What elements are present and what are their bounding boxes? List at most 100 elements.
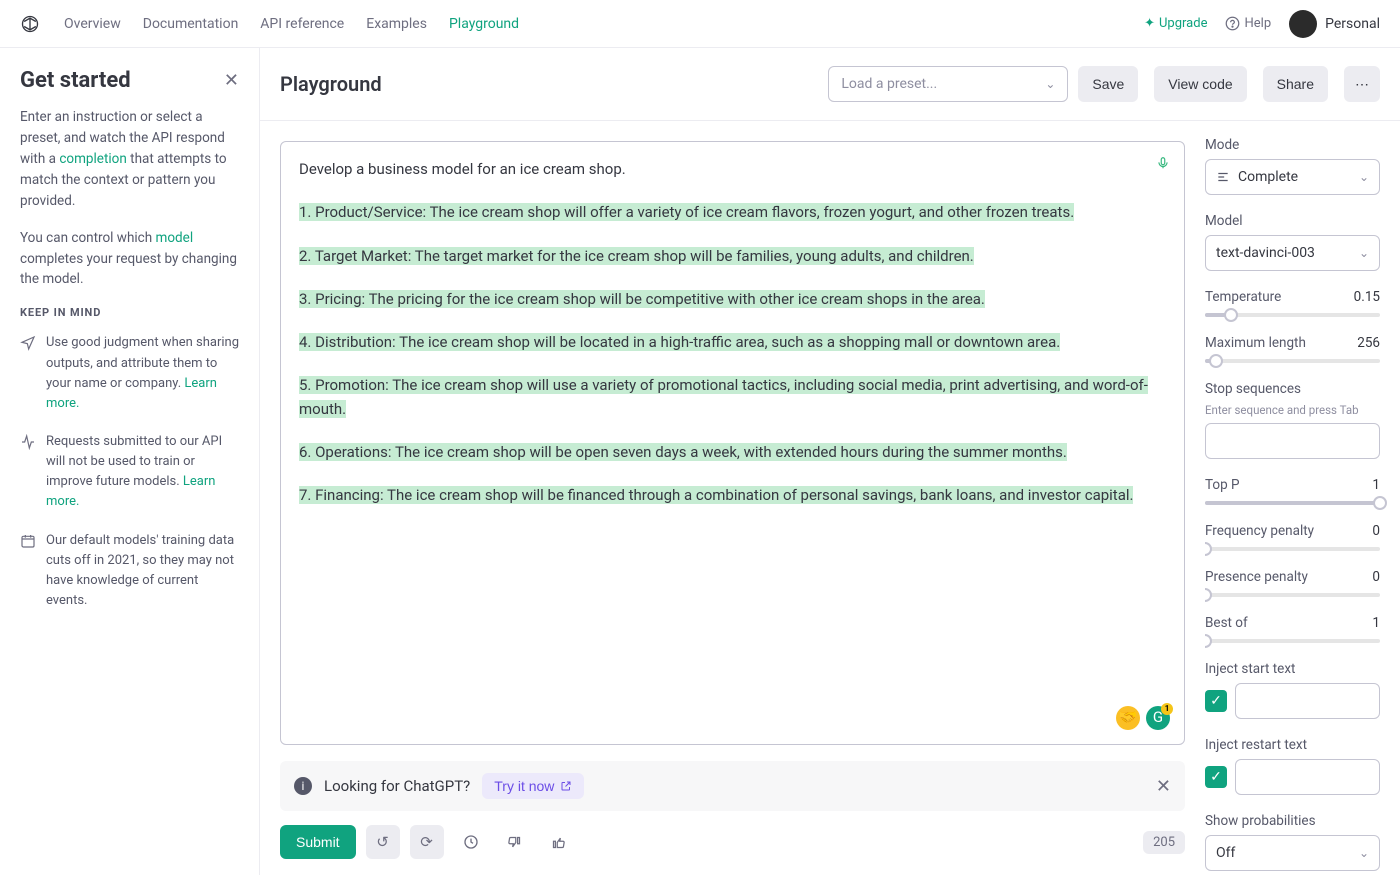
slider-thumb[interactable] (1205, 542, 1212, 556)
slider-thumb[interactable] (1205, 588, 1212, 602)
prompt-editor[interactable]: Develop a business model for an ice crea… (280, 141, 1185, 745)
bestof-slider[interactable] (1205, 639, 1380, 643)
bestof-value: 1 (1372, 615, 1380, 631)
topp-slider[interactable] (1205, 501, 1380, 505)
topp-value: 1 (1372, 477, 1380, 493)
maxlen-label: Maximum length (1205, 335, 1306, 351)
grammarly-icon[interactable]: G1 (1146, 706, 1170, 730)
close-icon[interactable]: ✕ (224, 70, 239, 91)
chevron-down-icon: ⌄ (1359, 246, 1369, 260)
prompt-text: Develop a business model for an ice crea… (299, 158, 1166, 181)
completion-link[interactable]: completion (59, 151, 126, 167)
main-area: Playground Load a preset... ⌄ Save View … (260, 48, 1400, 875)
undo-button[interactable]: ↺ (366, 825, 400, 859)
help-icon (1225, 16, 1240, 31)
tip-item: Use good judgment when sharing outputs, … (20, 333, 239, 414)
nav-overview[interactable]: Overview (64, 16, 121, 32)
inject-restart-label: Inject restart text (1205, 737, 1380, 753)
stop-helper: Enter sequence and press Tab (1205, 403, 1380, 417)
showprob-value: Off (1216, 845, 1235, 861)
maxlen-value: 256 (1357, 335, 1380, 351)
temperature-slider[interactable] (1205, 313, 1380, 317)
maxlen-slider[interactable] (1205, 359, 1380, 363)
thumbs-down-button[interactable] (498, 825, 532, 859)
model-select[interactable]: text-davinci-003 ⌄ (1205, 235, 1380, 271)
completion-line: 7. Financing: The ice cream shop will be… (299, 486, 1133, 504)
chevron-down-icon: ⌄ (1359, 846, 1369, 860)
slider-thumb[interactable] (1209, 354, 1223, 368)
sidebar-title: Get started (20, 68, 239, 93)
dismiss-banner-icon[interactable]: ✕ (1156, 776, 1171, 797)
mode-value: Complete (1238, 169, 1298, 185)
inject-restart-input[interactable] (1235, 759, 1380, 795)
mode-icon (1216, 170, 1230, 184)
slider-thumb[interactable] (1373, 496, 1387, 510)
inject-start-label: Inject start text (1205, 661, 1380, 677)
upgrade-label: Upgrade (1159, 16, 1207, 31)
paper-plane-icon (20, 335, 36, 414)
completion-line: 6. Operations: The ice cream shop will b… (299, 443, 1067, 461)
view-code-button[interactable]: View code (1154, 66, 1246, 102)
save-button[interactable]: Save (1078, 66, 1138, 102)
bolt-icon: ✦ (1144, 16, 1155, 31)
inject-start-checkbox[interactable]: ✓ (1205, 690, 1227, 712)
inject-start-input[interactable] (1235, 683, 1380, 719)
inject-restart-checkbox[interactable]: ✓ (1205, 766, 1227, 788)
temperature-label: Temperature (1205, 289, 1281, 305)
token-count: 205 (1143, 831, 1185, 854)
ellipsis-icon: ⋯ (1355, 76, 1369, 93)
pres-slider[interactable] (1205, 593, 1380, 597)
keep-in-mind-heading: KEEP IN MIND (20, 306, 239, 319)
thumbs-up-button[interactable] (542, 825, 576, 859)
undo-icon: ↺ (376, 833, 389, 851)
help-label: Help (1244, 16, 1271, 31)
thumbs-down-icon (507, 835, 522, 850)
nav-documentation[interactable]: Documentation (143, 16, 239, 32)
freq-label: Frequency penalty (1205, 523, 1314, 539)
upgrade-link[interactable]: ✦ Upgrade (1144, 16, 1207, 31)
more-button[interactable]: ⋯ (1344, 66, 1380, 102)
stop-sequences-input[interactable] (1205, 423, 1380, 459)
sidebar: ✕ Get started Enter an instruction or se… (0, 48, 260, 875)
action-row: Submit ↺ ⟳ 205 (280, 825, 1185, 859)
history-button[interactable] (454, 825, 488, 859)
try-it-now-button[interactable]: Try it now (482, 773, 584, 799)
notification-badge: 1 (1161, 703, 1173, 715)
showprob-select[interactable]: Off ⌄ (1205, 835, 1380, 871)
chevron-down-icon: ⌄ (1045, 77, 1055, 91)
nav-playground[interactable]: Playground (449, 16, 519, 32)
pres-value: 0 (1372, 569, 1380, 585)
page-title: Playground (280, 72, 382, 96)
model-link[interactable]: model (156, 230, 194, 246)
topp-label: Top P (1205, 477, 1240, 493)
nav-links: Overview Documentation API reference Exa… (64, 16, 519, 32)
tip-item: Our default models' training data cuts o… (20, 531, 239, 612)
showprob-label: Show probabilities (1205, 813, 1380, 829)
handshake-icon[interactable]: 🤝 (1116, 706, 1140, 730)
submit-button[interactable]: Submit (280, 825, 356, 859)
completion-line: 1. Product/Service: The ice cream shop w… (299, 203, 1074, 221)
chevron-down-icon: ⌄ (1359, 170, 1369, 184)
help-link[interactable]: Help (1225, 16, 1271, 31)
pres-label: Presence penalty (1205, 569, 1308, 585)
nav-api-reference[interactable]: API reference (260, 16, 344, 32)
mode-select[interactable]: Complete ⌄ (1205, 159, 1380, 195)
sidebar-intro: Enter an instruction or select a preset,… (20, 107, 239, 212)
preset-select[interactable]: Load a preset... ⌄ (828, 66, 1068, 102)
account-label: Personal (1325, 16, 1380, 32)
calendar-icon (20, 533, 36, 612)
slider-thumb[interactable] (1205, 634, 1212, 648)
nav-examples[interactable]: Examples (366, 16, 427, 32)
slider-thumb[interactable] (1224, 308, 1238, 322)
completion-line: 3. Pricing: The pricing for the ice crea… (299, 290, 985, 308)
microphone-icon[interactable] (1156, 154, 1170, 172)
temperature-value: 0.15 (1354, 289, 1380, 305)
regenerate-button[interactable]: ⟳ (410, 825, 444, 859)
account-menu[interactable]: Personal (1289, 10, 1380, 38)
completion-line: 4. Distribution: The ice cream shop will… (299, 333, 1060, 351)
completion-line: 5. Promotion: The ice cream shop will us… (299, 376, 1148, 417)
avatar-icon (1289, 10, 1317, 38)
stop-label: Stop sequences (1205, 381, 1380, 397)
share-button[interactable]: Share (1263, 66, 1328, 102)
freq-slider[interactable] (1205, 547, 1380, 551)
